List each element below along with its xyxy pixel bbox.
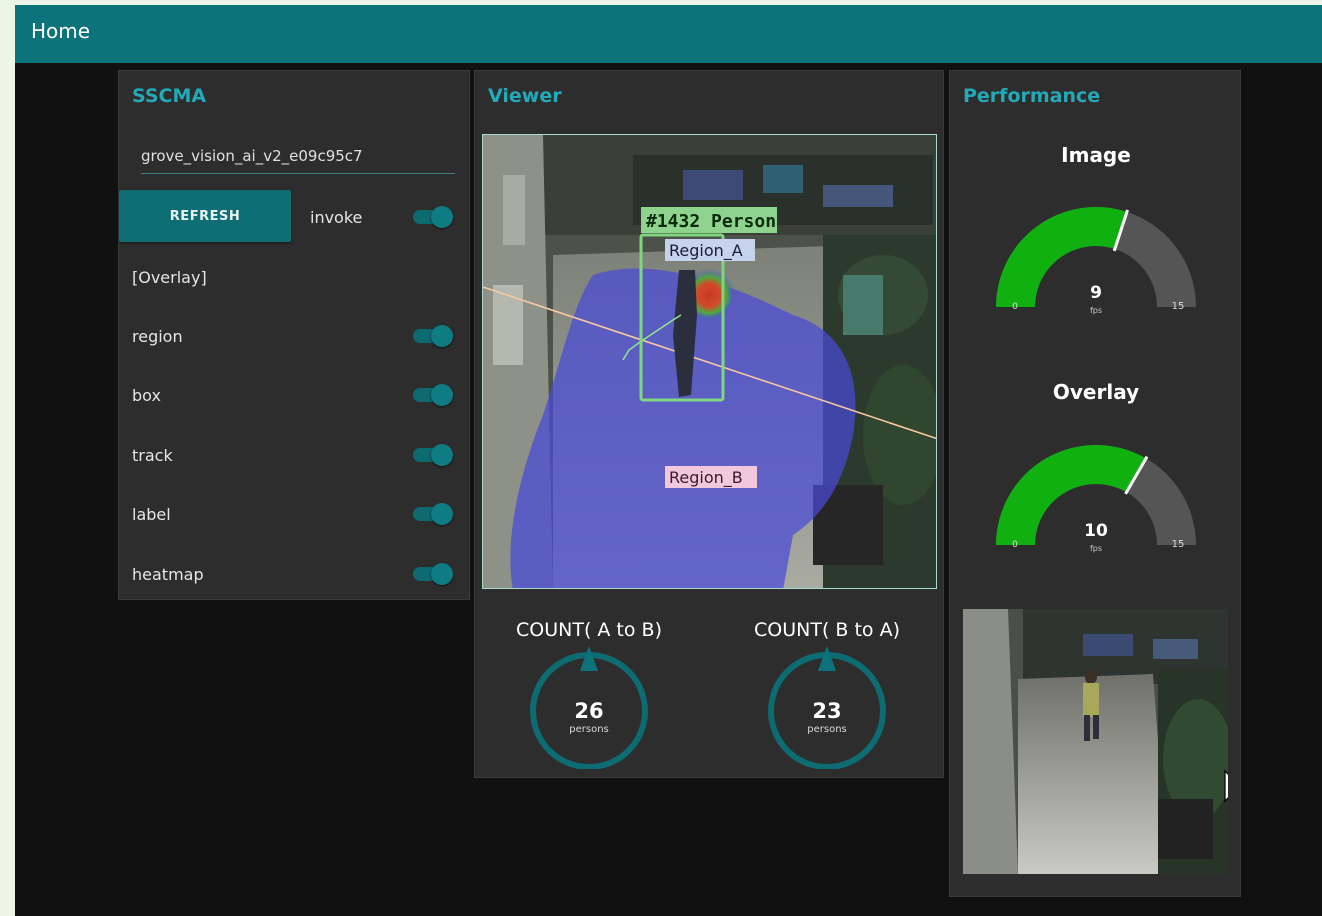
image-gauge-max-label: 15 xyxy=(1172,301,1185,312)
sscma-panel: SSCMA REFRESH invoke [Overlay] region bo… xyxy=(118,70,470,600)
sscma-title: SSCMA xyxy=(132,85,207,107)
toggle-knob xyxy=(431,325,453,347)
box-toggle[interactable] xyxy=(413,384,453,406)
region-toggle[interactable] xyxy=(413,325,453,347)
toggle-knob xyxy=(431,503,453,525)
app: Home SSCMA REFRESH invoke [Overlay] regi… xyxy=(15,5,1322,916)
track-label: track xyxy=(132,446,173,465)
performance-title: Performance xyxy=(963,85,1101,107)
overlay-gauge-fill-arc xyxy=(996,445,1146,545)
top-bar: Home xyxy=(15,5,1322,63)
box-label: box xyxy=(132,386,161,405)
overlay-gauge-min-label: 0 xyxy=(1012,540,1018,550)
viewer-panel: Viewer #1432 Person Region_A Region_B CO… xyxy=(474,70,944,778)
invoke-toggle[interactable] xyxy=(413,206,453,228)
count-b-to-a-dial: 23 persons xyxy=(768,646,886,769)
device-input[interactable] xyxy=(141,139,455,174)
camera-thumbnail xyxy=(963,609,1228,874)
image-gauge-min-label: 0 xyxy=(1012,302,1018,312)
detection-label: #1432 Person xyxy=(646,211,776,232)
toggle-knob xyxy=(431,206,453,228)
viewer-title: Viewer xyxy=(488,85,562,107)
refresh-button[interactable]: REFRESH xyxy=(119,190,291,242)
image-gauge-unit: fps xyxy=(1090,306,1102,315)
image-gauge: 9 fps 0 15 xyxy=(996,207,1196,315)
toggle-knob xyxy=(431,444,453,466)
count-a-to-b-unit: persons xyxy=(569,724,609,735)
page-title: Home xyxy=(31,19,91,43)
overlay-gauge-value: 10 xyxy=(1084,521,1108,541)
label-toggle[interactable] xyxy=(413,503,453,525)
camera-viewer: #1432 Person Region_A Region_B xyxy=(482,134,937,589)
region-b-label: Region_B xyxy=(669,468,743,488)
overlay-gauge-unit: fps xyxy=(1090,544,1102,553)
toggle-knob xyxy=(431,384,453,406)
overlay-gauge-title: Overlay xyxy=(1052,380,1140,404)
count-a-to-b: COUNT( A to B) 26 persons xyxy=(499,619,679,769)
count-a-to-b-value: 26 xyxy=(574,699,603,723)
camera-view-image: #1432 Person Region_A Region_B xyxy=(483,135,936,588)
overlay-gauge-max-label: 15 xyxy=(1172,539,1185,550)
region-label: region xyxy=(132,327,183,346)
track-toggle[interactable] xyxy=(413,444,453,466)
heatmap-label: heatmap xyxy=(132,565,204,584)
image-gauge-fill-arc xyxy=(996,207,1127,307)
region-a-label: Region_A xyxy=(669,241,743,261)
image-gauge-title: Image xyxy=(1061,143,1131,167)
toggle-knob xyxy=(431,563,453,585)
performance-panel: Performance Image 9 fps 0 15 Overlay 10 … xyxy=(949,70,1241,897)
overlay-heading: [Overlay] xyxy=(132,268,207,287)
label-label: label xyxy=(132,505,171,524)
image-gauge-value: 9 xyxy=(1090,283,1102,303)
count-b-to-a-unit: persons xyxy=(807,724,847,735)
count-b-to-a-value: 23 xyxy=(812,699,841,723)
heatmap-toggle[interactable] xyxy=(413,563,453,585)
count-b-to-a: COUNT( B to A) 23 persons xyxy=(737,619,917,769)
overlay-gauge: 10 fps 0 15 xyxy=(996,445,1196,553)
count-a-to-b-dial: 26 persons xyxy=(530,646,648,769)
camera-thumbnail-image xyxy=(963,609,1228,874)
invoke-label: invoke xyxy=(310,208,363,227)
